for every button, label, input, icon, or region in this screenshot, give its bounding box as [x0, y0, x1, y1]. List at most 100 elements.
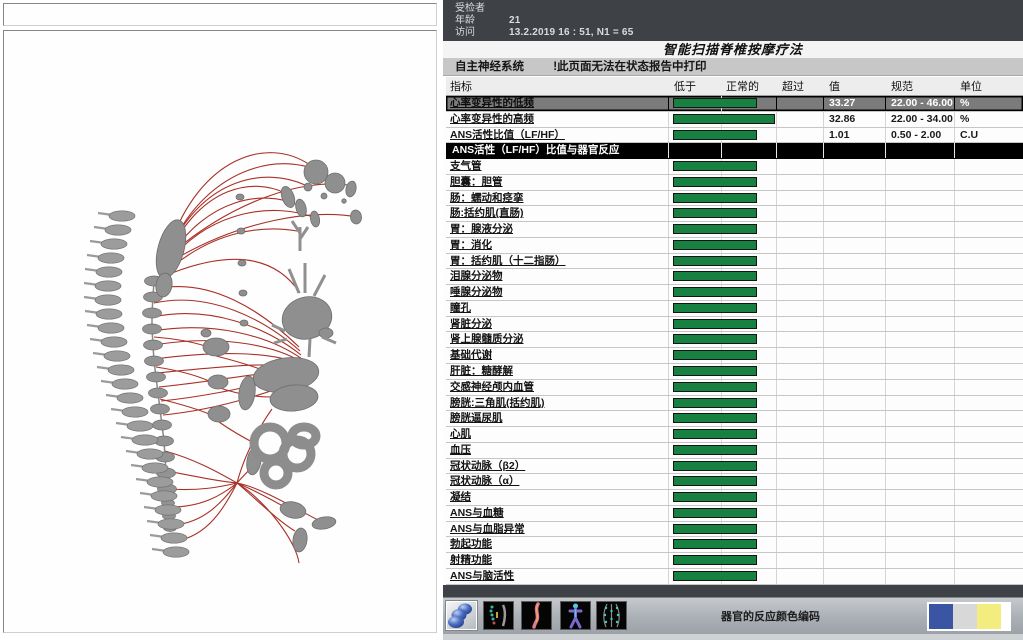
- table-row[interactable]: 肾脏分泌: [446, 317, 1023, 333]
- indicator-name[interactable]: 膀胱逼尿肌: [446, 411, 668, 426]
- table-row[interactable]: 凝结: [446, 490, 1023, 506]
- bar-zone: [668, 269, 776, 284]
- table-row[interactable]: 冠状动脉（α）: [446, 474, 1023, 490]
- table-row[interactable]: 肾上腺髓质分泌: [446, 332, 1023, 348]
- table-row[interactable]: 勃起功能: [446, 537, 1023, 553]
- col-unit: 单位: [954, 78, 1023, 94]
- indicator-name[interactable]: 膀胱:三角肌(括约肌): [446, 396, 668, 411]
- table-row[interactable]: 心率变异性的低频 33.27 22.00 - 46.00 %: [446, 96, 1023, 112]
- unit-cell: [954, 506, 1023, 521]
- value-cell: [823, 301, 885, 316]
- above-cell: [776, 506, 823, 521]
- bar-zone: [668, 96, 776, 111]
- table-row[interactable]: 胆囊：胆管: [446, 175, 1023, 191]
- indicator-name[interactable]: 射精功能: [446, 553, 668, 568]
- value-cell: [823, 285, 885, 300]
- table-row[interactable]: 肠:括约肌(直肠): [446, 206, 1023, 222]
- table-row[interactable]: ANS与血脂异常: [446, 522, 1023, 538]
- indicator-name[interactable]: 血压: [446, 443, 668, 458]
- spine-curve-icon[interactable]: [521, 601, 552, 630]
- value-cell: 1.01: [823, 128, 885, 143]
- table-row[interactable]: 交感神经颅内血管: [446, 380, 1023, 396]
- indicator-name[interactable]: ANS与脑活性: [446, 569, 668, 584]
- indicator-name[interactable]: 勃起功能: [446, 537, 668, 552]
- table-body: 心率变异性的低频 33.27 22.00 - 46.00 % 心率变异性的高频 …: [446, 96, 1023, 585]
- indicator-name[interactable]: 心率变异性的高频: [446, 112, 668, 127]
- norm-cell: [885, 269, 954, 284]
- table-row[interactable]: 冠状动脉（β2）: [446, 459, 1023, 475]
- table-row[interactable]: 心率变异性的高频 32.86 22.00 - 34.00 %: [446, 112, 1023, 128]
- indicator-name[interactable]: 胃：消化: [446, 238, 668, 253]
- indicator-name[interactable]: 胆囊：胆管: [446, 175, 668, 190]
- table-row[interactable]: ANS与血糖: [446, 506, 1023, 522]
- table-row[interactable]: ANS与脑活性: [446, 569, 1023, 585]
- table-row[interactable]: 胃：腺液分泌: [446, 222, 1023, 238]
- table-row[interactable]: 肠：蠕动和痉挛: [446, 191, 1023, 207]
- indicator-name[interactable]: ANS活性比值（LF/HF）: [446, 128, 668, 143]
- table-row[interactable]: 射精功能: [446, 553, 1023, 569]
- indicator-name[interactable]: 支气管: [446, 159, 668, 174]
- table-row[interactable]: 瞳孔: [446, 301, 1023, 317]
- table-row[interactable]: 心肌: [446, 427, 1023, 443]
- unit-cell: [954, 553, 1023, 568]
- discs-3d-icon[interactable]: [446, 601, 477, 630]
- unit-cell: [954, 159, 1023, 174]
- indicator-name[interactable]: ANS活性（LF/HF）比值与器官反应: [446, 143, 668, 158]
- indicator-name[interactable]: 肠：蠕动和痉挛: [446, 191, 668, 206]
- above-cell: [776, 459, 823, 474]
- norm-cell: [885, 238, 954, 253]
- table-row[interactable]: 膀胱逼尿肌: [446, 411, 1023, 427]
- indicator-name[interactable]: 泪腺分泌物: [446, 269, 668, 284]
- indicator-name[interactable]: 肾脏分泌: [446, 317, 668, 332]
- bar-zone: [668, 569, 776, 584]
- norm-cell: 22.00 - 34.00: [885, 112, 954, 127]
- above-cell: [776, 348, 823, 363]
- table-row[interactable]: 胃：括约肌（十二指肠）: [446, 254, 1023, 270]
- indicator-name[interactable]: ANS与血糖: [446, 506, 668, 521]
- level-bar: [673, 161, 757, 171]
- bar-zone: [668, 143, 776, 158]
- indicator-name[interactable]: 冠状动脉（α）: [446, 474, 668, 489]
- col-normal: 正常的: [720, 78, 776, 94]
- indicator-name[interactable]: 胃：括约肌（十二指肠）: [446, 254, 668, 269]
- indicator-name[interactable]: 心率变异性的低频: [446, 96, 668, 111]
- meridians-icon[interactable]: [596, 601, 627, 630]
- body-figure-icon[interactable]: [560, 601, 591, 630]
- value-cell: [823, 522, 885, 537]
- unit-cell: [954, 474, 1023, 489]
- table-row[interactable]: ANS活性（LF/HF）比值与器官反应: [446, 143, 1023, 159]
- table-row[interactable]: 胃：消化: [446, 238, 1023, 254]
- spine-segments-icon[interactable]: [483, 601, 514, 630]
- indicator-name[interactable]: 肝脏：糖酵解: [446, 364, 668, 379]
- left-top-strip: [3, 3, 437, 26]
- above-cell: [776, 301, 823, 316]
- table-row[interactable]: 膀胱:三角肌(括约肌): [446, 396, 1023, 412]
- table-row[interactable]: ANS活性比值（LF/HF） 1.01 0.50 - 2.00 C.U: [446, 128, 1023, 144]
- table-row[interactable]: 肝脏：糖酵解: [446, 364, 1023, 380]
- above-cell: [776, 380, 823, 395]
- indicator-name[interactable]: 肠:括约肌(直肠): [446, 206, 668, 221]
- indicator-name[interactable]: 胃：腺液分泌: [446, 222, 668, 237]
- unit-cell: [954, 285, 1023, 300]
- above-cell: [776, 285, 823, 300]
- value-cell: [823, 506, 885, 521]
- indicator-name[interactable]: 唾腺分泌物: [446, 285, 668, 300]
- level-bar: [673, 413, 757, 423]
- indicator-name[interactable]: 瞳孔: [446, 301, 668, 316]
- indicator-name[interactable]: 肾上腺髓质分泌: [446, 332, 668, 347]
- indicator-name[interactable]: 凝结: [446, 490, 668, 505]
- value-cell: [823, 269, 885, 284]
- indicator-name[interactable]: ANS与血脂异常: [446, 522, 668, 537]
- indicator-name[interactable]: 心肌: [446, 427, 668, 442]
- table-row[interactable]: 血压: [446, 443, 1023, 459]
- indicator-name[interactable]: 基础代谢: [446, 348, 668, 363]
- table-row[interactable]: 唾腺分泌物: [446, 285, 1023, 301]
- table-row[interactable]: 泪腺分泌物: [446, 269, 1023, 285]
- indicator-name[interactable]: 交感神经颅内血管: [446, 380, 668, 395]
- visit-value: 13.2.2019 16 : 51, N1 = 65: [509, 27, 633, 39]
- table-row[interactable]: 基础代谢: [446, 348, 1023, 364]
- anatomy-figure: [4, 31, 434, 630]
- above-cell: [776, 96, 823, 111]
- table-row[interactable]: 支气管: [446, 159, 1023, 175]
- indicator-name[interactable]: 冠状动脉（β2）: [446, 459, 668, 474]
